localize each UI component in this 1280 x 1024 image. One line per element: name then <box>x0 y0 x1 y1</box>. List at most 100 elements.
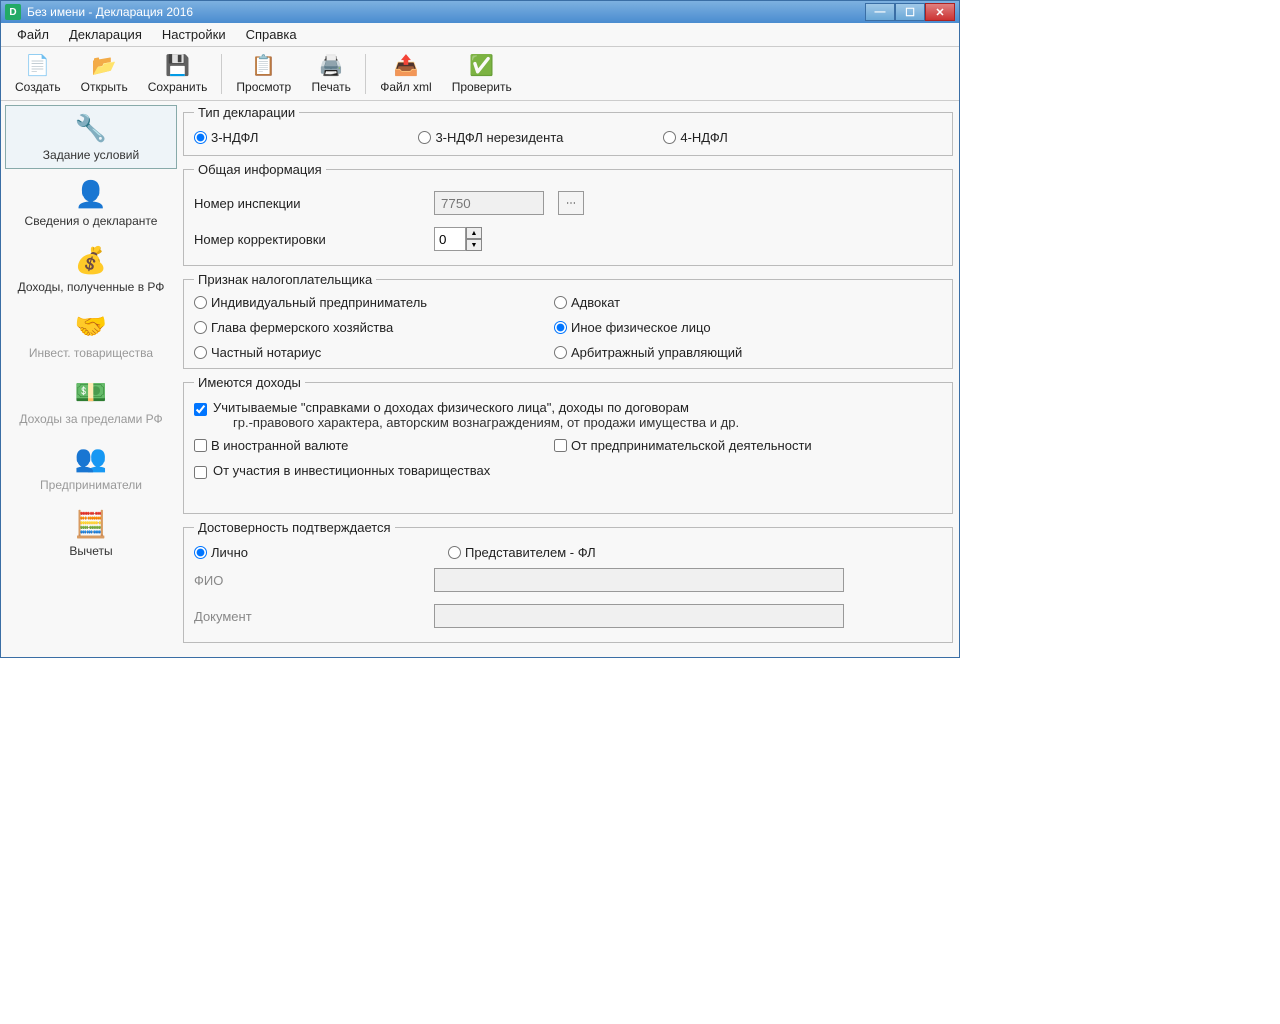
inspection-label: Номер инспекции <box>194 196 434 211</box>
decl-type-legend: Тип декларации <box>194 105 299 120</box>
document-input[interactable] <box>434 604 844 628</box>
taxpayer-legend: Признак налогоплательщика <box>194 272 376 287</box>
chk-entrepreneur[interactable]: От предпринимательской деятельности <box>554 438 942 453</box>
toolbar-separator <box>221 54 222 94</box>
sidebar-item-entrepreneur[interactable]: 👥 Предприниматели <box>5 435 177 499</box>
window-title: Без имени - Декларация 2016 <box>27 5 865 19</box>
menu-settings[interactable]: Настройки <box>154 25 234 44</box>
open-label: Открыть <box>81 80 128 94</box>
preview-icon: 📋 <box>252 54 276 78</box>
create-button[interactable]: 📄 Создать <box>5 52 71 96</box>
taxpayer-group: Признак налогоплательщика Индивидуальный… <box>183 272 953 369</box>
confirmation-legend: Достоверность подтверждается <box>194 520 395 535</box>
sidebar-label: Доходы, полученные в РФ <box>18 280 165 294</box>
correction-input[interactable] <box>434 227 466 251</box>
sidebar-item-income-rf[interactable]: 💰 Доходы, полученные в РФ <box>5 237 177 301</box>
decl-type-group: Тип декларации 3-НДФЛ 3-НДФЛ нерезидента… <box>183 105 953 156</box>
spin-down-button[interactable]: ▼ <box>466 239 482 251</box>
radio-ip[interactable]: Индивидуальный предприниматель <box>194 295 554 310</box>
preview-label: Просмотр <box>236 80 291 94</box>
menu-declaration[interactable]: Декларация <box>61 25 150 44</box>
check-button[interactable]: ✅ Проверить <box>442 52 522 96</box>
preview-button[interactable]: 📋 Просмотр <box>226 52 301 96</box>
print-icon: 🖨️ <box>319 54 343 78</box>
app-window: D Без имени - Декларация 2016 — ☐ ✕ Файл… <box>0 0 960 658</box>
open-button[interactable]: 📂 Открыть <box>71 52 138 96</box>
chk-spravki[interactable] <box>194 403 207 416</box>
deductions-icon: 🧮 <box>75 508 107 540</box>
check-label: Проверить <box>452 80 512 94</box>
menu-file[interactable]: Файл <box>9 25 57 44</box>
titlebar: D Без имени - Декларация 2016 — ☐ ✕ <box>1 1 959 23</box>
sidebar-label: Доходы за пределами РФ <box>19 412 162 426</box>
main-panel: Тип декларации 3-НДФЛ 3-НДФЛ нерезидента… <box>181 101 959 657</box>
entrepreneur-icon: 👥 <box>75 442 107 474</box>
radio-farm[interactable]: Глава фермерского хозяйства <box>194 320 554 335</box>
filexml-label: Файл xml <box>380 80 432 94</box>
sidebar-item-invest[interactable]: 🤝 Инвест. товарищества <box>5 303 177 367</box>
sidebar-label: Задание условий <box>43 148 139 162</box>
document-label: Документ <box>194 609 434 624</box>
inspection-browse-button[interactable]: ⋯ <box>558 191 584 215</box>
radio-3ndfl[interactable]: 3-НДФЛ <box>194 130 258 145</box>
correction-label: Номер корректировки <box>194 232 434 247</box>
general-legend: Общая информация <box>194 162 326 177</box>
chk-spravki-label: Учитываемые "справками о доходах физичес… <box>213 400 942 415</box>
general-info-group: Общая информация Номер инспекции ⋯ Номер… <box>183 162 953 266</box>
radio-lawyer[interactable]: Адвокат <box>554 295 942 310</box>
radio-notary[interactable]: Частный нотариус <box>194 345 554 360</box>
create-label: Создать <box>15 80 61 94</box>
sidebar: 🔧 Задание условий 👤 Сведения о декларант… <box>1 101 181 657</box>
coins-icon: 💰 <box>75 244 107 276</box>
conditions-icon: 🔧 <box>75 112 107 144</box>
chk-invest-part[interactable] <box>194 466 207 479</box>
income-types-group: Имеются доходы Учитываемые "справками о … <box>183 375 953 514</box>
radio-other-person[interactable]: Иное физическое лицо <box>554 320 942 335</box>
close-button[interactable]: ✕ <box>925 3 955 21</box>
invest-icon: 🤝 <box>75 310 107 342</box>
radio-representative[interactable]: Представителем - ФЛ <box>448 545 596 560</box>
fio-input[interactable] <box>434 568 844 592</box>
income-legend: Имеются доходы <box>194 375 305 390</box>
save-icon: 💾 <box>166 54 190 78</box>
save-button[interactable]: 💾 Сохранить <box>138 52 218 96</box>
chk-spravki-label2: гр.-правового характера, авторским возна… <box>213 415 942 430</box>
radio-personally[interactable]: Лично <box>194 545 248 560</box>
inspection-input[interactable] <box>434 191 544 215</box>
sidebar-label: Инвест. товарищества <box>29 346 153 360</box>
print-button[interactable]: 🖨️ Печать <box>301 52 361 96</box>
sidebar-item-conditions[interactable]: 🔧 Задание условий <box>5 105 177 169</box>
correction-spinner: ▲ ▼ <box>434 227 482 251</box>
print-label: Печать <box>312 80 351 94</box>
sidebar-label: Сведения о декларанте <box>25 214 158 228</box>
radio-4ndfl[interactable]: 4-НДФЛ <box>663 130 727 145</box>
chk-foreign-currency[interactable]: В иностранной валюте <box>194 438 554 453</box>
spin-up-button[interactable]: ▲ <box>466 227 482 239</box>
app-icon: D <box>5 4 21 20</box>
body-area: 🔧 Задание условий 👤 Сведения о декларант… <box>1 101 959 657</box>
person-icon: 👤 <box>75 178 107 210</box>
sidebar-item-deductions[interactable]: 🧮 Вычеты <box>5 501 177 565</box>
toolbar-separator <box>365 54 366 94</box>
radio-arbitration[interactable]: Арбитражный управляющий <box>554 345 942 360</box>
toolbar: 📄 Создать 📂 Открыть 💾 Сохранить 📋 Просмо… <box>1 47 959 101</box>
xml-icon: 📤 <box>394 54 418 78</box>
window-controls: — ☐ ✕ <box>865 3 955 21</box>
sidebar-item-income-foreign[interactable]: 💵 Доходы за пределами РФ <box>5 369 177 433</box>
sidebar-label: Предприниматели <box>40 478 142 492</box>
sidebar-item-declarant[interactable]: 👤 Сведения о декларанте <box>5 171 177 235</box>
chk-invest-label: От участия в инвестиционных товарищества… <box>213 463 490 478</box>
confirmation-group: Достоверность подтверждается Лично Предс… <box>183 520 953 643</box>
check-icon: ✅ <box>470 54 494 78</box>
menubar: Файл Декларация Настройки Справка <box>1 23 959 47</box>
sidebar-label: Вычеты <box>69 544 112 558</box>
radio-3ndfl-nonresident[interactable]: 3-НДФЛ нерезидента <box>418 130 563 145</box>
open-folder-icon: 📂 <box>92 54 116 78</box>
menu-help[interactable]: Справка <box>238 25 305 44</box>
maximize-button[interactable]: ☐ <box>895 3 925 21</box>
save-label: Сохранить <box>148 80 208 94</box>
new-file-icon: 📄 <box>26 54 50 78</box>
moneybag-icon: 💵 <box>75 376 107 408</box>
filexml-button[interactable]: 📤 Файл xml <box>370 52 442 96</box>
minimize-button[interactable]: — <box>865 3 895 21</box>
